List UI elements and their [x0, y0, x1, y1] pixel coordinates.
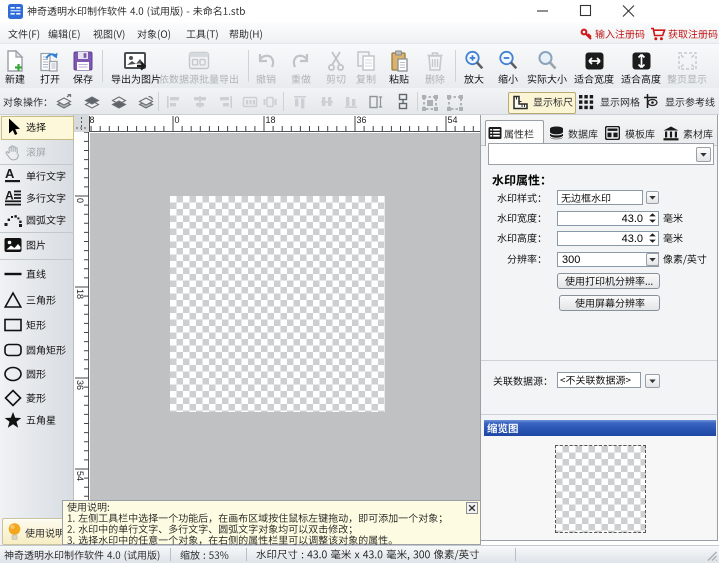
- svg-text:A: A: [5, 167, 15, 181]
